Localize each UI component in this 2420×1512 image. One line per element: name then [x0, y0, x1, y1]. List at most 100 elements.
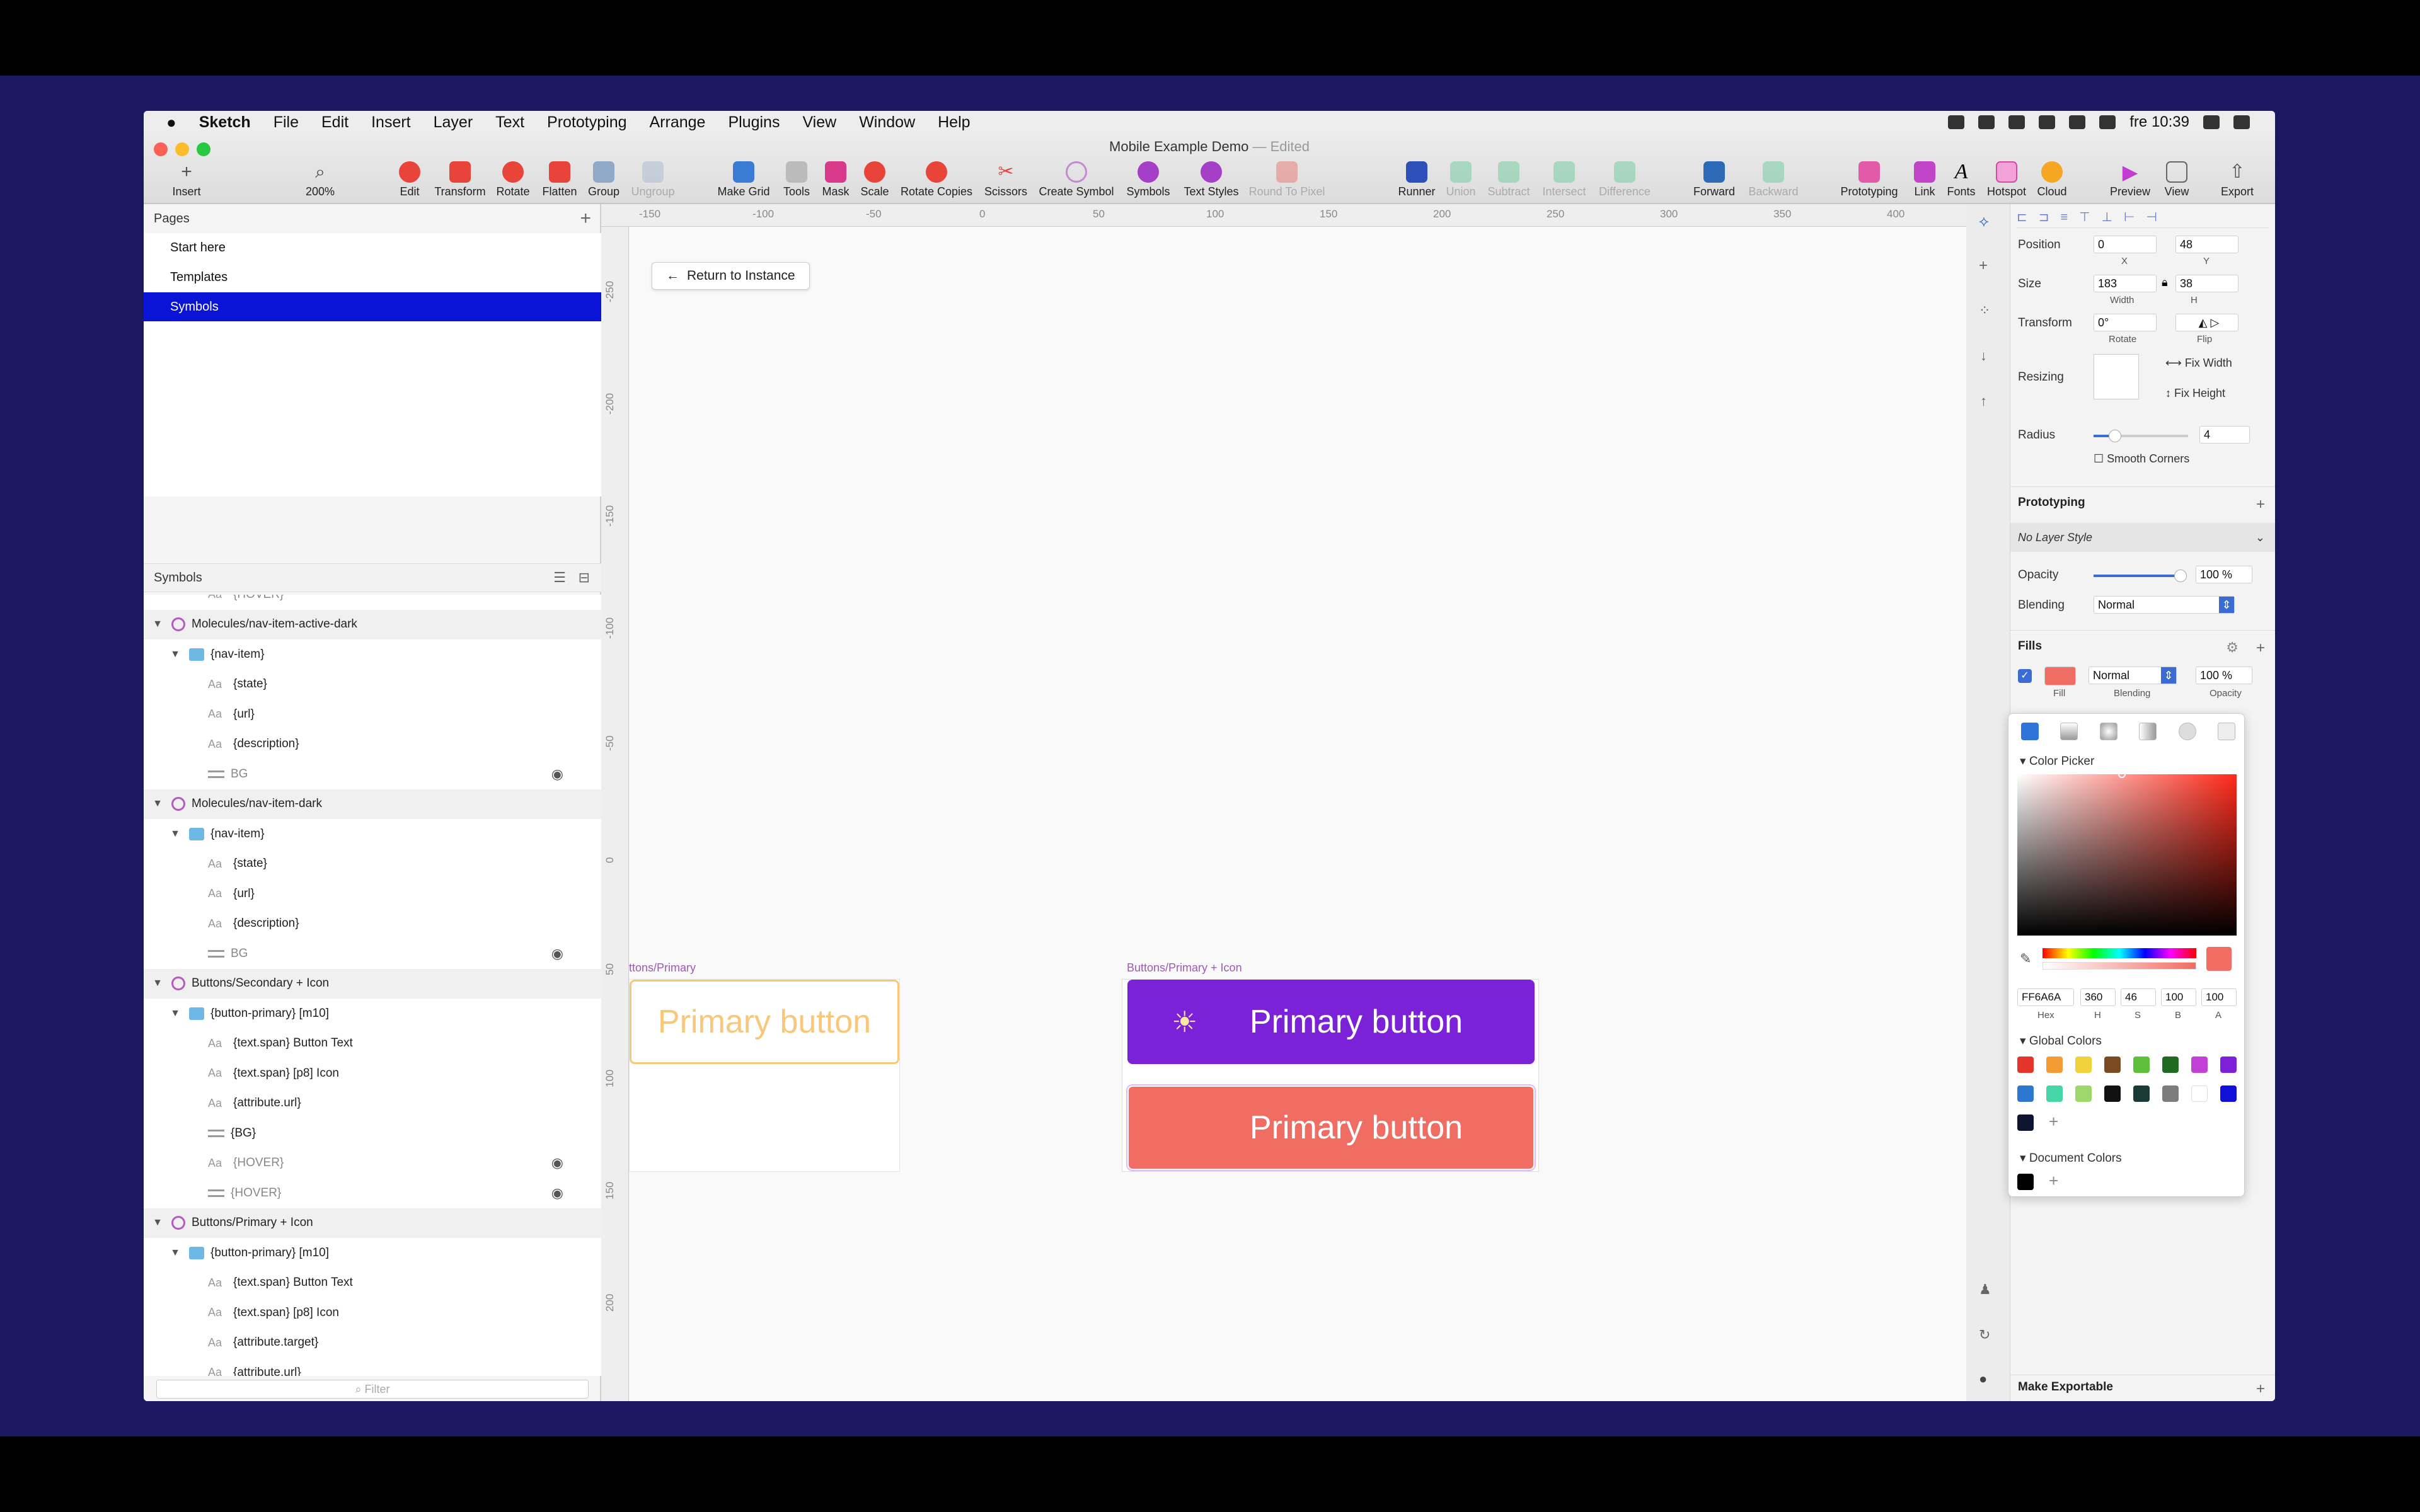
layer-row[interactable]: Aa {HOVER}	[144, 595, 601, 609]
layer-row[interactable]: Aa {HOVER} ◉	[144, 1148, 601, 1178]
color-picker-header[interactable]: ▾ Color Picker	[2020, 754, 2094, 769]
menu-help[interactable]: Help	[938, 113, 970, 132]
layer-row[interactable]: ▼ Buttons/Primary + Icon	[144, 1208, 601, 1238]
hue-slider[interactable]	[2043, 948, 2196, 958]
color-swatch[interactable]	[2191, 1085, 2208, 1102]
color-swatch[interactable]	[2017, 1057, 2034, 1073]
lock-icon[interactable]: 🔒︎	[2162, 276, 2168, 289]
angular-gradient-tab[interactable]	[2139, 723, 2157, 740]
primary-button-coral-selected[interactable]: Primary button	[1126, 1084, 1536, 1171]
text-styles-button[interactable]: Text Styles	[1180, 161, 1243, 199]
color-swatch[interactable]	[2104, 1085, 2121, 1102]
color-swatch[interactable]	[2017, 1114, 2034, 1131]
layer-row[interactable]: ▼ {nav-item}	[144, 639, 601, 669]
alpha-slider[interactable]	[2043, 962, 2196, 970]
layer-row[interactable]: Aa {attribute.target}	[144, 1328, 601, 1358]
menu-icon[interactable]	[2069, 115, 2086, 129]
color-swatch[interactable]	[2075, 1085, 2092, 1102]
layer-row[interactable]: Aa {text.span} Button Text	[144, 1268, 601, 1298]
primary-button-purple[interactable]: ☀ Primary button	[1127, 980, 1535, 1064]
layer-row[interactable]: ▼ {nav-item}	[144, 819, 601, 849]
flame-icon[interactable]	[1978, 115, 1995, 129]
page-start-here[interactable]: Start here	[144, 233, 601, 262]
cloud-button[interactable]: Cloud	[2020, 161, 2083, 199]
zoom-control[interactable]: ⌕ 200%	[289, 161, 352, 199]
color-swatch[interactable]	[2220, 1057, 2237, 1073]
disclosure-triangle-icon[interactable]: ▼	[169, 1008, 182, 1019]
eye-icon[interactable]: ◉	[551, 946, 563, 962]
menu-view[interactable]: View	[802, 113, 836, 132]
color-swatch[interactable]	[2191, 1057, 2208, 1073]
add-export-icon[interactable]: +	[2256, 1380, 2265, 1398]
refresh-icon[interactable]: ↻	[1979, 1327, 1990, 1343]
document-colors-header[interactable]: ▾ Document Colors	[2020, 1151, 2122, 1166]
flip-buttons[interactable]: ◭ ▷	[2175, 314, 2238, 331]
menu-arrange[interactable]: Arrange	[650, 113, 706, 132]
menu-insert[interactable]: Insert	[371, 113, 411, 132]
color-swatch[interactable]	[2162, 1085, 2179, 1102]
image-fill-tab[interactable]	[2178, 723, 2196, 740]
rotate-field[interactable]: 0°	[2094, 314, 2157, 331]
fill-blending-select[interactable]: Normal ⇕	[2089, 667, 2177, 684]
brightness-field[interactable]: 100	[2161, 988, 2196, 1006]
radius-slider[interactable]	[2094, 430, 2188, 442]
create-symbol-button[interactable]: Create Symbol	[1039, 161, 1114, 199]
gear-icon[interactable]: ⚙	[2226, 639, 2238, 656]
menu-plugins[interactable]: Plugins	[728, 113, 780, 132]
arrow-up-icon[interactable]: ↑	[1980, 393, 1987, 410]
hue-field[interactable]: 360	[2080, 988, 2116, 1006]
color-swatch[interactable]	[2075, 1057, 2092, 1073]
hex-field[interactable]: FF6A6A	[2017, 988, 2074, 1006]
color-swatch[interactable]	[2133, 1057, 2150, 1073]
layer-row[interactable]: Aa {state}	[144, 670, 601, 699]
artboard-label-right[interactable]: Buttons/Primary + Icon	[1127, 961, 1242, 975]
align-icon[interactable]: ⟡	[1979, 213, 1989, 231]
layer-row[interactable]: ▼ Molecules/nav-item-dark	[144, 789, 601, 819]
global-colors-header[interactable]: ▾ Global Colors	[2020, 1034, 2102, 1048]
screenshot-icon[interactable]	[2099, 115, 2116, 129]
canvas[interactable]: -150 -100 -50 0 50 100 150 200 250 300 350 400 -250…	[601, 204, 1966, 1401]
glasses-icon[interactable]	[2203, 115, 2220, 129]
disclosure-triangle-icon[interactable]: ▼	[151, 798, 164, 810]
opacity-slider[interactable]	[2094, 570, 2187, 582]
arrow-down-icon[interactable]: ↓	[1980, 348, 1987, 364]
export-button[interactable]: ⇧ Export	[2206, 161, 2269, 199]
layer-row[interactable]: Aa {text.span} [p8] Icon	[144, 1298, 601, 1327]
layer-row[interactable]: ▼ Molecules/nav-item-active-dark	[144, 609, 601, 639]
radial-gradient-tab[interactable]	[2099, 723, 2118, 740]
layer-row[interactable]: Aa {url}	[144, 699, 601, 729]
add-prototyping-icon[interactable]: +	[2256, 496, 2265, 513]
make-exportable-section[interactable]: Make Exportable +	[2010, 1375, 2275, 1397]
layer-row[interactable]: {HOVER} ◉	[144, 1178, 601, 1208]
ungroup-button[interactable]: Ungroup	[621, 161, 684, 199]
blending-select[interactable]: Normal ⇕	[2094, 596, 2235, 614]
position-y-field[interactable]: 48	[2175, 236, 2238, 253]
disclosure-triangle-icon[interactable]: ▼	[169, 828, 182, 840]
saturation-field[interactable]: 46	[2121, 988, 2156, 1006]
display-icon[interactable]	[2008, 115, 2025, 129]
add-icon[interactable]: +	[1979, 257, 1988, 275]
backward-button[interactable]: Backward	[1742, 161, 1805, 199]
alignment-bar[interactable]: ⊏⊐≡⊤⊥⊢⊣	[2017, 209, 2269, 228]
menu-prototyping[interactable]: Prototyping	[547, 113, 626, 132]
return-to-instance-button[interactable]: ← Return to Instance	[652, 262, 810, 290]
layer-row[interactable]: BG ◉	[144, 759, 601, 789]
color-swatch[interactable]	[2046, 1085, 2063, 1102]
fill-color-swatch[interactable]	[2044, 667, 2076, 685]
layer-row[interactable]: ▼ {button-primary} [m10]	[144, 1238, 601, 1268]
layer-style-select[interactable]: No Layer Style ⌄	[2010, 523, 2275, 552]
layer-row[interactable]: Aa {description}	[144, 730, 601, 759]
artboard-label-left[interactable]: ttons/Primary	[629, 961, 696, 975]
disclosure-triangle-icon[interactable]: ▼	[169, 649, 182, 660]
artboard-buttons-primary[interactable]: Primary button	[629, 979, 900, 1172]
collapse-icon[interactable]: ⊟	[579, 570, 590, 586]
round-to-pixel-button[interactable]: Round To Pixel	[1249, 161, 1325, 199]
settings-icon[interactable]: ●	[1979, 1371, 1987, 1387]
eye-icon[interactable]: ◉	[551, 1185, 563, 1201]
eyedropper-icon[interactable]: ✎	[2020, 951, 2031, 967]
list-icon[interactable]: ☰	[553, 570, 566, 586]
disclosure-triangle-icon[interactable]: ▼	[169, 1247, 182, 1259]
radius-field[interactable]: 4	[2199, 426, 2250, 444]
eye-icon[interactable]: ◉	[551, 1155, 563, 1171]
opacity-field[interactable]: 100 %	[2196, 566, 2252, 583]
